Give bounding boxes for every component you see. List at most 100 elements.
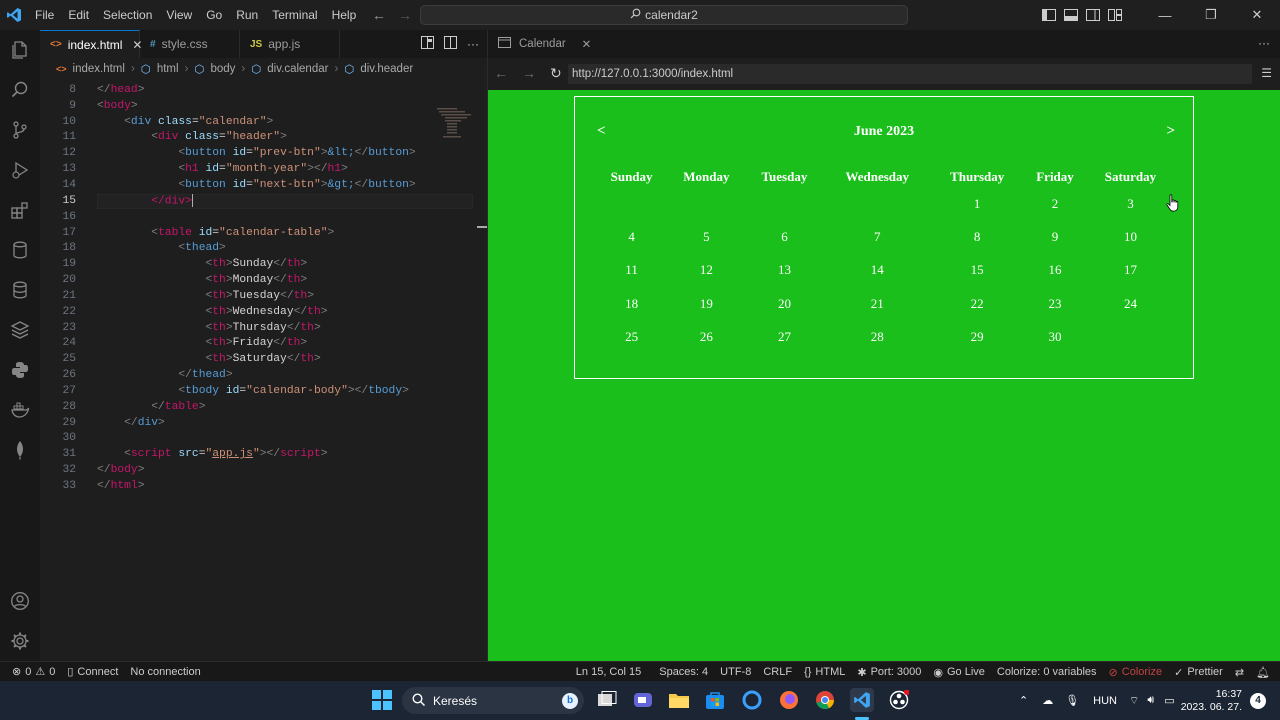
minimap[interactable] bbox=[435, 106, 473, 146]
browser-forward-icon[interactable]: → bbox=[522, 65, 536, 81]
task-view-icon[interactable] bbox=[595, 688, 619, 712]
tab-style-css[interactable]: # style.css bbox=[140, 30, 240, 58]
menu-file[interactable]: File bbox=[28, 0, 61, 30]
obs-icon[interactable] bbox=[887, 688, 911, 712]
toggle-panel-icon[interactable] bbox=[1060, 0, 1082, 30]
menu-terminal[interactable]: Terminal bbox=[265, 0, 324, 30]
more-actions-icon[interactable]: ··· bbox=[467, 37, 479, 51]
notifications-bell-icon[interactable]: 🔔︎ bbox=[1250, 666, 1276, 679]
tab-index-html[interactable]: <> index.html ✕ bbox=[40, 30, 142, 58]
code-line: 8 </head> bbox=[40, 82, 487, 98]
back-arrow-icon[interactable]: ← bbox=[372, 7, 386, 23]
editor-tabs: <> index.html ✕ # style.css JS app.js ··… bbox=[40, 30, 487, 58]
firefox-icon[interactable] bbox=[777, 688, 801, 712]
weekday-header: Sunday bbox=[610, 169, 653, 184]
day-cell: 28 bbox=[870, 329, 884, 345]
colorize-variables[interactable]: Colorize: 0 variables bbox=[991, 666, 1103, 678]
minimize-icon[interactable]: — bbox=[1142, 0, 1188, 30]
more-actions-icon[interactable]: ··· bbox=[1258, 36, 1270, 50]
mongodb-leaf-icon[interactable] bbox=[0, 430, 40, 470]
cursor-position[interactable]: Ln 15, Col 15 bbox=[570, 666, 647, 678]
vscode-logo-icon[interactable] bbox=[0, 0, 28, 30]
customize-layout-icon[interactable] bbox=[1104, 0, 1126, 30]
command-center[interactable]: calendar2 bbox=[420, 5, 908, 25]
url-input[interactable]: http://127.0.0.1:3000/index.html bbox=[568, 64, 1252, 84]
language-mode[interactable]: {} HTML bbox=[798, 666, 851, 678]
browser-back-icon[interactable]: ← bbox=[494, 65, 508, 81]
search-sidebar-icon[interactable] bbox=[0, 70, 40, 110]
tab-calendar-preview[interactable]: Calendar ✕ bbox=[488, 30, 601, 58]
toggle-primary-sidebar-icon[interactable] bbox=[1038, 0, 1060, 30]
menu-run[interactable]: Run bbox=[229, 0, 265, 30]
breadcrumb-item[interactable]: div.calendar bbox=[267, 63, 328, 75]
code-area[interactable]: 8 </head> 9 <body> 10 <div class="calendar… bbox=[40, 80, 487, 492]
forward-arrow-icon[interactable]: → bbox=[398, 7, 412, 23]
chrome-icon[interactable] bbox=[813, 688, 837, 712]
code-token: "next-btn" bbox=[252, 178, 321, 191]
menu-go[interactable]: Go bbox=[199, 0, 229, 30]
prettier-status[interactable]: ✓ Prettier bbox=[1168, 666, 1229, 679]
colorize-toggle[interactable]: ⊘ Colorize bbox=[1103, 666, 1169, 679]
menu-view[interactable]: View bbox=[159, 0, 199, 30]
open-preview-icon[interactable] bbox=[421, 36, 434, 52]
toggle-secondary-sidebar-icon[interactable] bbox=[1082, 0, 1104, 30]
settings-gear-icon[interactable] bbox=[0, 621, 40, 661]
menu-help[interactable]: Help bbox=[325, 0, 364, 30]
browser-menu-icon[interactable]: ☰ bbox=[1261, 66, 1272, 80]
wifi-icon[interactable]: ⌔ bbox=[1125, 694, 1143, 708]
code-token: script bbox=[280, 448, 321, 461]
go-live-button[interactable]: ◉ Go Live bbox=[927, 666, 991, 679]
onedrive-icon[interactable]: ☁ bbox=[1036, 694, 1059, 707]
close-window-icon[interactable]: ✕ bbox=[1234, 0, 1280, 30]
volume-icon[interactable]: 🔊︎ bbox=[1143, 694, 1158, 707]
split-editor-icon[interactable] bbox=[444, 36, 457, 52]
feedback-icon[interactable]: ⇄ bbox=[1229, 666, 1250, 679]
vscode-taskbar-icon[interactable] bbox=[850, 688, 874, 712]
close-tab-icon[interactable]: ✕ bbox=[582, 37, 592, 51]
tab-app-js[interactable]: JS app.js bbox=[240, 30, 340, 58]
next-month-button[interactable]: > bbox=[1166, 123, 1175, 140]
breadcrumb-item[interactable]: html bbox=[157, 63, 179, 75]
cortana-icon[interactable] bbox=[740, 688, 764, 712]
line-ending[interactable]: CRLF bbox=[757, 666, 798, 678]
microsoft-store-icon[interactable] bbox=[703, 688, 727, 712]
teams-icon[interactable] bbox=[631, 688, 655, 712]
breadcrumb-item[interactable]: div.header bbox=[360, 63, 413, 75]
menu-selection[interactable]: Selection bbox=[96, 0, 159, 30]
connection-status[interactable]: No connection bbox=[124, 666, 206, 678]
explorer-icon[interactable] bbox=[0, 30, 40, 70]
python-icon[interactable] bbox=[0, 350, 40, 390]
database-icon[interactable] bbox=[0, 230, 40, 270]
database-stack-icon[interactable] bbox=[0, 270, 40, 310]
breadcrumb-item[interactable]: index.html bbox=[73, 63, 125, 75]
windows-start-icon[interactable] bbox=[370, 688, 394, 712]
code-token: class bbox=[158, 115, 192, 128]
menu-edit[interactable]: Edit bbox=[61, 0, 96, 30]
day-cell: 17 bbox=[1123, 262, 1137, 278]
problems-indicator[interactable]: ⊗ 0 ⚠ 0 bbox=[0, 665, 61, 679]
code-token[interactable]: app.js bbox=[212, 448, 253, 460]
account-icon[interactable] bbox=[0, 581, 40, 621]
extensions-icon[interactable] bbox=[0, 190, 40, 230]
microphone-icon[interactable]: 🎙︎ bbox=[1059, 694, 1085, 707]
language-indicator[interactable]: HUN bbox=[1085, 695, 1125, 707]
restore-icon[interactable]: ❐ bbox=[1188, 0, 1234, 30]
port-status[interactable]: ✱ Port: 3000 bbox=[851, 666, 927, 679]
chevron-up-icon[interactable]: ⌃ bbox=[1011, 694, 1036, 707]
taskbar-search[interactable]: Keresés b bbox=[402, 687, 584, 714]
run-debug-icon[interactable] bbox=[0, 150, 40, 190]
layers-icon[interactable] bbox=[0, 310, 40, 350]
file-explorer-icon[interactable] bbox=[667, 688, 691, 712]
docker-icon[interactable] bbox=[0, 390, 40, 430]
titlebar-right: — ❐ ✕ bbox=[1038, 0, 1280, 30]
breadcrumb-item[interactable]: body bbox=[210, 63, 235, 75]
notification-badge[interactable]: 4 bbox=[1250, 692, 1266, 709]
reload-icon[interactable]: ↻ bbox=[550, 65, 562, 82]
code-line: 15 </div> bbox=[40, 193, 487, 209]
indentation[interactable]: Spaces: 4 bbox=[653, 666, 714, 678]
encoding[interactable]: UTF-8 bbox=[714, 666, 757, 678]
clock[interactable]: 16:37 2023. 06. 27. bbox=[1181, 688, 1250, 714]
source-control-icon[interactable] bbox=[0, 110, 40, 150]
connect-status[interactable]: ▯ Connect bbox=[61, 665, 124, 679]
battery-icon[interactable]: ▭ bbox=[1158, 694, 1180, 707]
